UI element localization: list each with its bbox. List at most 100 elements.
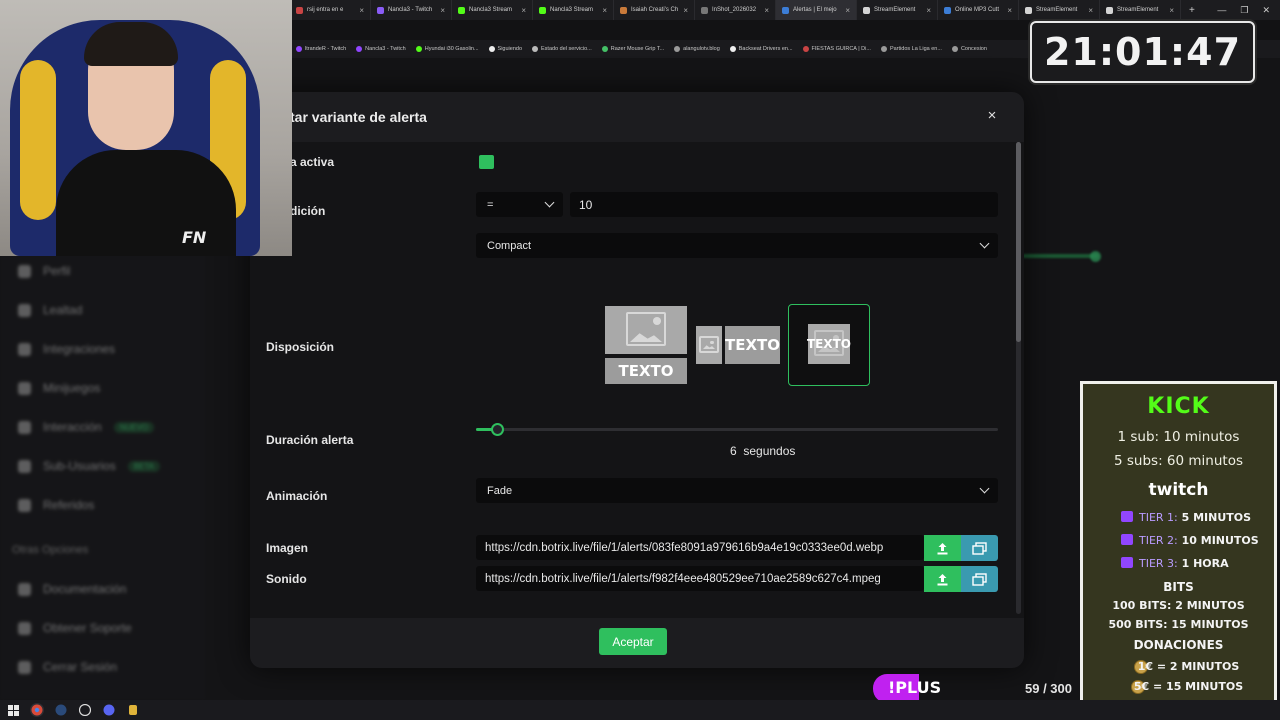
sidebar-item-perfil[interactable]: Perfil	[18, 264, 70, 278]
bookmark-icon	[951, 46, 958, 52]
modal-scrollbar[interactable]	[1016, 142, 1021, 614]
sidebar-item-cerrar-sesion[interactable]: Cerrar Sesión	[18, 660, 117, 674]
bookmark[interactable]: Siguiendo	[488, 46, 522, 52]
discord-icon[interactable]	[102, 703, 116, 717]
bookmark-label: alangulotv.blog	[683, 46, 720, 52]
upload-image-button[interactable]	[924, 535, 961, 561]
style-select[interactable]: Compact	[476, 233, 998, 258]
accept-button[interactable]: Aceptar	[599, 628, 667, 655]
browser-tab[interactable]: StreamElement ×	[1100, 0, 1181, 20]
kick-title: KICK	[1147, 394, 1210, 419]
browser-tab[interactable]: InShot_2026032 ×	[695, 0, 776, 20]
layout-option-overlay-selected[interactable]: TEXTO	[788, 304, 870, 386]
referral-icon	[18, 498, 31, 512]
upload-sound-button[interactable]	[924, 566, 961, 592]
tab-favicon-icon	[782, 6, 789, 14]
beta-badge: BETA	[127, 460, 161, 472]
steam-icon[interactable]	[54, 703, 68, 717]
layout-option-image-left[interactable]: TEXTO	[696, 326, 780, 364]
bookmark[interactable]: FIESTAS GUIRCA | Di...	[802, 46, 871, 52]
sidebar-item-minijuegos[interactable]: Minijuegos	[18, 381, 100, 395]
browser-tab[interactable]: StreamElement ×	[857, 0, 938, 20]
bookmark[interactable]: Backseat Drivers en...	[729, 46, 793, 52]
sidebar-item-label: Interacción	[43, 420, 102, 434]
bookmark[interactable]: ltrandeR - Twitch	[296, 46, 346, 52]
condition-operator-select[interactable]: =	[476, 192, 563, 217]
maximize-icon[interactable]: ❐	[1240, 5, 1248, 16]
music-icon	[18, 420, 31, 434]
browser-tab-active[interactable]: Alertas | El mejo ×	[776, 0, 857, 20]
tier-name: TIER 2:	[1139, 534, 1178, 547]
tab-close-icon[interactable]: ×	[764, 6, 769, 15]
sidebar-item-documentacion[interactable]: Documentación	[18, 582, 126, 596]
sidebar-item-sub-usuarios[interactable]: Sub-Usuarios BETA	[18, 459, 161, 473]
bookmark[interactable]: Hyundai i30 Gasolin...	[415, 46, 479, 52]
modal-header: tar variante de alerta ×	[250, 92, 1024, 142]
tab-close-icon[interactable]: ×	[521, 6, 526, 15]
tab-close-icon[interactable]: ×	[845, 6, 850, 15]
bookmark[interactable]: Partidos La Liga en...	[880, 46, 942, 52]
minimize-icon[interactable]: —	[1217, 5, 1226, 15]
sound-gallery-button[interactable]	[961, 566, 998, 592]
condition-operator-value: =	[487, 198, 494, 211]
browser-tab[interactable]: Nancla3 Stream ×	[452, 0, 533, 20]
tab-close-icon[interactable]: ×	[1088, 6, 1093, 15]
sidebar-item-interaccion[interactable]: Interacción NUEVO	[18, 420, 155, 434]
chrome-icon[interactable]	[30, 703, 44, 717]
tab-close-icon[interactable]: ×	[1169, 6, 1174, 15]
gamepad-icon	[18, 381, 31, 395]
image-gallery-button[interactable]	[961, 535, 998, 561]
windows-start-icon[interactable]	[6, 703, 20, 717]
sound-url-input[interactable]: https://cdn.botrix.live/file/1/alerts/f9…	[476, 566, 924, 591]
browser-tab[interactable]: StreamElement ×	[1019, 0, 1100, 20]
active-label: a activa	[290, 155, 335, 169]
bookmark[interactable]: Razer Mouse Grip T...	[601, 46, 664, 52]
tab-label: InShot_2026032	[712, 7, 757, 13]
browser-tab[interactable]: Isaiah Creati's Ch ×	[614, 0, 695, 20]
bits-line: 500 BITS: 15 MINUTOS	[1108, 618, 1249, 631]
close-icon[interactable]: ×	[984, 108, 1000, 124]
sidebar-item-lealtad[interactable]: Lealtad	[18, 303, 82, 317]
obs-icon[interactable]	[78, 703, 92, 717]
tab-favicon-icon	[1106, 6, 1113, 14]
duration-slider[interactable]	[476, 428, 998, 431]
condition-value-input[interactable]: 10	[570, 192, 998, 217]
sidebar-item-soporte[interactable]: Obtener Soporte	[18, 621, 132, 635]
sidebar-item-label: Integraciones	[43, 342, 116, 356]
screen: Perfil Lealtad Integraciones Minijuegos …	[0, 0, 1280, 720]
sidebar-item-label: Perfil	[43, 264, 71, 278]
browser-tab[interactable]: rsij entra en e ×	[290, 0, 371, 20]
browser-tab[interactable]: Nancla3 - Twitch ×	[371, 0, 452, 20]
tab-label: StreamElement	[874, 7, 916, 13]
browser-tab[interactable]: Nancla3 Stream ×	[533, 0, 614, 20]
tab-close-icon[interactable]: ×	[1007, 6, 1012, 15]
bookmark-label: Nancla3 - Twitch	[365, 46, 406, 52]
sound-url-value: https://cdn.botrix.live/file/1/alerts/f9…	[485, 572, 881, 585]
sidebar-section-title: Otras Opciones	[12, 544, 89, 556]
layout-option-image-top[interactable]: TEXTO	[605, 306, 687, 384]
tab-favicon-icon	[377, 6, 384, 14]
tab-close-icon[interactable]: ×	[359, 6, 364, 15]
close-window-icon[interactable]: ✕	[1262, 5, 1270, 16]
sound-label: Sonido	[266, 572, 307, 586]
active-checkbox[interactable]	[479, 155, 494, 169]
tab-close-icon[interactable]: ×	[440, 6, 445, 15]
new-tab-icon[interactable]: +	[1181, 5, 1203, 16]
bookmark[interactable]: Nancla3 - Twitch	[356, 46, 406, 52]
bookmark[interactable]: alangulotv.blog	[674, 46, 720, 52]
bookmark[interactable]: Concesion	[951, 46, 987, 52]
sidebar-item-integraciones[interactable]: Integraciones	[18, 342, 115, 356]
scrollbar-thumb[interactable]	[1016, 142, 1021, 342]
app-icon[interactable]	[126, 703, 140, 717]
upload-icon	[937, 542, 948, 554]
bookmark[interactable]: Estado del servicio...	[532, 46, 592, 52]
image-url-input[interactable]: https://cdn.botrix.live/file/1/alerts/08…	[476, 535, 924, 560]
tab-close-icon[interactable]: ×	[602, 6, 607, 15]
browser-tab[interactable]: Online MP3 Cutt ×	[938, 0, 1019, 20]
tier-name: TIER 1:	[1139, 511, 1178, 524]
sidebar-item-referidos[interactable]: Referidos	[18, 498, 94, 512]
animation-select[interactable]: Fade	[476, 478, 998, 503]
duration-slider-thumb[interactable]	[490, 423, 504, 436]
tab-close-icon[interactable]: ×	[926, 6, 931, 15]
tab-close-icon[interactable]: ×	[683, 6, 688, 15]
